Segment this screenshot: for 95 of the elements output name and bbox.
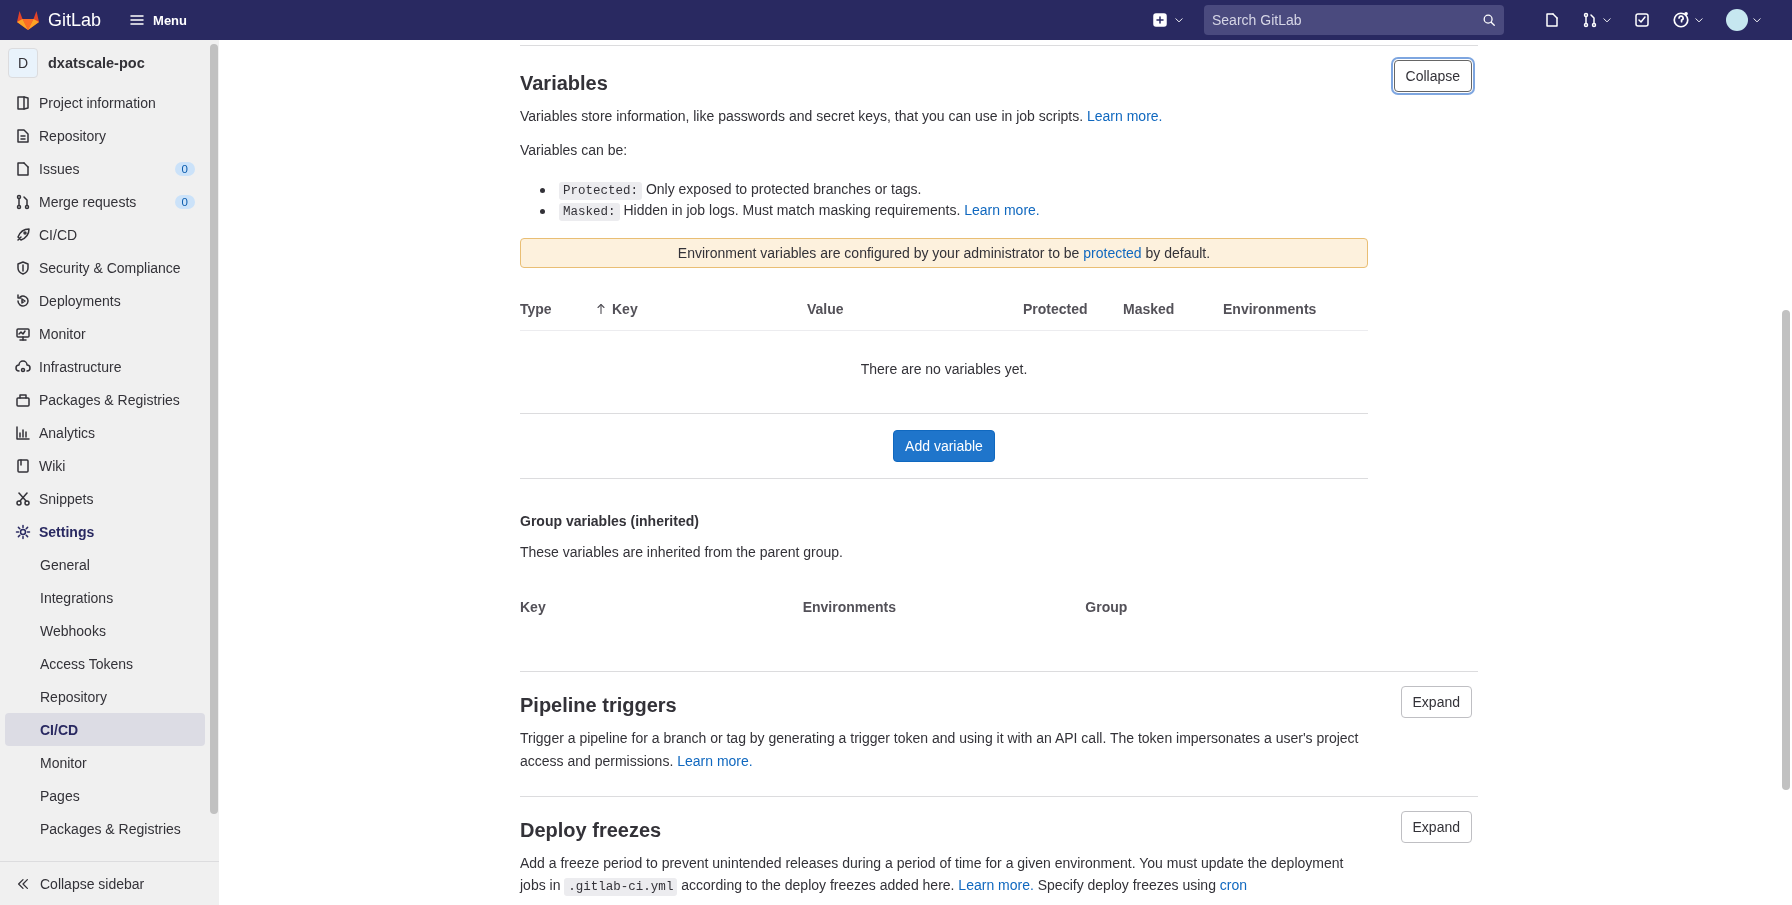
menu-icon <box>129 12 146 28</box>
package-icon <box>15 391 31 408</box>
double-chevron-left-icon <box>16 876 30 891</box>
sidebar-subitem[interactable]: Webhooks <box>5 614 205 647</box>
sidebar-subitem[interactable]: Integrations <box>5 581 205 614</box>
todo-check-icon <box>1634 12 1650 28</box>
merge-request-icon <box>15 193 31 210</box>
count-badge: 0 <box>174 194 195 209</box>
sidebar-subitem[interactable]: Repository <box>5 680 205 713</box>
monitor-icon <box>15 325 31 342</box>
menu-button[interactable]: Menu <box>125 8 191 32</box>
sidebar-subitem[interactable]: Monitor <box>5 746 205 779</box>
count-badge: 0 <box>174 161 195 176</box>
avatar-icon[interactable] <box>1726 9 1748 31</box>
sidebar-item[interactable]: Project information <box>5 86 205 119</box>
add-variable-button[interactable]: Add variable <box>893 429 995 462</box>
scissors-icon <box>15 490 31 507</box>
list-item-text: Protected: Only exposed to protected branches or tags. <box>559 179 922 202</box>
sidebar-item[interactable]: Settings <box>5 515 205 548</box>
help-icon <box>1672 11 1690 29</box>
chevron-down-icon <box>1752 15 1762 25</box>
rocket-icon <box>15 226 31 243</box>
learn-more-link[interactable]: Learn more. <box>677 752 753 769</box>
collapse-button[interactable]: Collapse <box>1393 60 1472 92</box>
sidebar-item[interactable]: Repository <box>5 119 205 152</box>
section-description: Add a freeze period to prevent unintended releases during a period of time for a given environment. You must update the deployment jobs in .gitlab-ci.yml according to the deploy freezes added here. Learn more. Specify deploy freezes using cron <box>520 853 1345 898</box>
column-header[interactable]: Protected <box>1023 300 1123 317</box>
arrow-up-icon <box>595 301 607 316</box>
protected-link[interactable]: protected <box>1083 244 1142 261</box>
learn-more-link[interactable]: Learn more. <box>964 202 1040 219</box>
intro-text: Variables can be: <box>520 141 629 161</box>
sidebar-subitem[interactable]: Pages <box>5 779 205 812</box>
learn-more-link[interactable]: Learn more. <box>958 877 1034 894</box>
column-header: Environments <box>802 599 897 616</box>
sidebar-subitem[interactable]: CI/CD <box>5 713 205 746</box>
column-header: Group <box>1085 599 1129 616</box>
subsection-description: These variables are inherited from the parent group. <box>520 542 844 562</box>
section-description: Trigger a pipeline for a branch or tag by generating a trigger token and using it with an API call. The token impersonates a user's project access and permissions. Learn more. <box>520 729 1360 771</box>
learn-more-link[interactable]: cron <box>1219 877 1248 894</box>
sidebar-item[interactable]: CI/CD <box>5 218 205 251</box>
column-header[interactable]: Value <box>807 300 1023 317</box>
sidebar-subitem[interactable]: General <box>5 548 205 581</box>
column-header[interactable]: Masked <box>1123 300 1223 317</box>
sidebar-item[interactable]: Packages & Registries <box>5 383 205 416</box>
issues-icon <box>1544 12 1560 28</box>
cloud-icon <box>15 358 31 375</box>
learn-more-link[interactable]: Learn more. <box>1087 108 1163 124</box>
chevron-down-icon <box>1602 15 1612 25</box>
section-title: Variables <box>520 72 608 95</box>
column-header[interactable]: Type <box>520 300 595 317</box>
deploy-icon <box>15 292 31 309</box>
file-icon <box>15 127 31 144</box>
sidebar-subitem[interactable]: Access Tokens <box>5 647 205 680</box>
issues-icon <box>15 160 31 177</box>
expand-button[interactable]: Expand <box>1400 686 1472 719</box>
column-header[interactable]: Environments <box>1223 300 1368 317</box>
sidebar-subitem[interactable]: Packages & Registries <box>5 812 205 845</box>
scrollbar[interactable] <box>210 44 218 814</box>
sidebar-item[interactable]: Issues 0 <box>5 152 205 185</box>
sidebar-item[interactable]: Security & Compliance <box>5 251 205 284</box>
sidebar-item[interactable]: Deployments <box>5 284 205 317</box>
chevron-down-icon <box>1174 15 1184 25</box>
sidebar-item[interactable]: Wiki <box>5 449 205 482</box>
fox-logo-icon[interactable] <box>16 9 40 31</box>
brand-name[interactable]: GitLab <box>48 9 102 31</box>
section-title: Pipeline triggers <box>520 694 677 718</box>
document-icon <box>15 94 31 111</box>
sidebar-item[interactable]: Merge requests 0 <box>5 185 205 218</box>
list-item-text: Masked: Hidden in job logs. Must match masking requirements. Learn more. <box>559 200 1040 223</box>
bar-chart-icon <box>15 424 31 441</box>
sidebar-item[interactable]: Analytics <box>5 416 205 449</box>
scrollbar[interactable] <box>1782 310 1790 790</box>
info-alert: Environment variables are configured by your administrator to be protected by default. <box>520 237 1368 268</box>
search-field[interactable]: Search GitLab <box>1204 5 1504 35</box>
bullet-icon <box>540 208 545 214</box>
expand-button[interactable]: Expand <box>1400 810 1472 843</box>
section-description: Variables store information, like passwords and secret keys, that you can use in job scripts. Learn more. <box>520 107 1164 126</box>
bullet-icon <box>540 187 545 193</box>
sidebar-item[interactable]: Monitor <box>5 317 205 350</box>
section-title: Deploy freezes <box>520 818 662 842</box>
subsection-title: Group variables (inherited) <box>520 512 700 529</box>
empty-state-text: There are no variables yet. <box>860 360 1028 377</box>
shield-icon <box>15 259 31 276</box>
gear-icon <box>15 523 31 540</box>
plus-square-icon <box>1152 12 1168 28</box>
chevron-down-icon <box>1694 15 1704 25</box>
project-avatar[interactable]: D <box>8 48 38 78</box>
column-header[interactable]: Key <box>595 300 807 317</box>
merge-request-icon <box>1582 12 1598 28</box>
book-icon <box>15 457 31 474</box>
column-header: Key <box>520 599 547 616</box>
search-icon <box>1482 13 1496 27</box>
project-name[interactable]: dxatscale-poc <box>48 55 145 71</box>
sidebar-item[interactable]: Snippets <box>5 482 205 515</box>
sidebar-item[interactable]: Infrastructure <box>5 350 205 383</box>
